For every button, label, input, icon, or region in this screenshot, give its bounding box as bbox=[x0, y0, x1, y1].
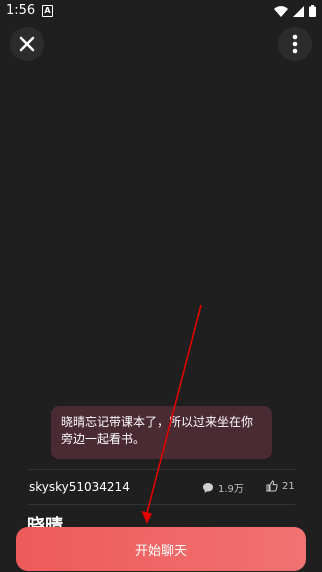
more-options-button[interactable] bbox=[278, 27, 312, 61]
start-chat-button[interactable]: 开始聊天 bbox=[16, 527, 306, 571]
status-icons bbox=[274, 5, 316, 17]
like-count-value: 21 bbox=[282, 480, 295, 492]
status-time: 1:56 bbox=[6, 3, 36, 18]
signal-icon bbox=[293, 5, 304, 17]
close-icon bbox=[19, 36, 35, 52]
thumb-up-icon bbox=[266, 480, 278, 492]
comment-count: 1.9万 bbox=[202, 480, 244, 495]
author-stats-row: skysky51034214 1.9万 21 bbox=[27, 469, 295, 505]
like-count[interactable]: 21 bbox=[266, 480, 295, 492]
status-bar: 1:56 A bbox=[0, 0, 322, 22]
battery-icon bbox=[309, 5, 316, 17]
intro-message-bubble: 晓晴忘记带课本了，所以过来坐在你旁边一起看书。 bbox=[51, 406, 272, 459]
comment-icon bbox=[203, 482, 213, 493]
comment-count-value: 1.9万 bbox=[218, 484, 244, 495]
notification-a-icon: A bbox=[42, 5, 53, 17]
close-button[interactable] bbox=[10, 27, 44, 61]
more-vertical-icon bbox=[292, 34, 298, 54]
author-username[interactable]: skysky51034214 bbox=[29, 480, 130, 494]
wifi-icon bbox=[274, 5, 288, 17]
